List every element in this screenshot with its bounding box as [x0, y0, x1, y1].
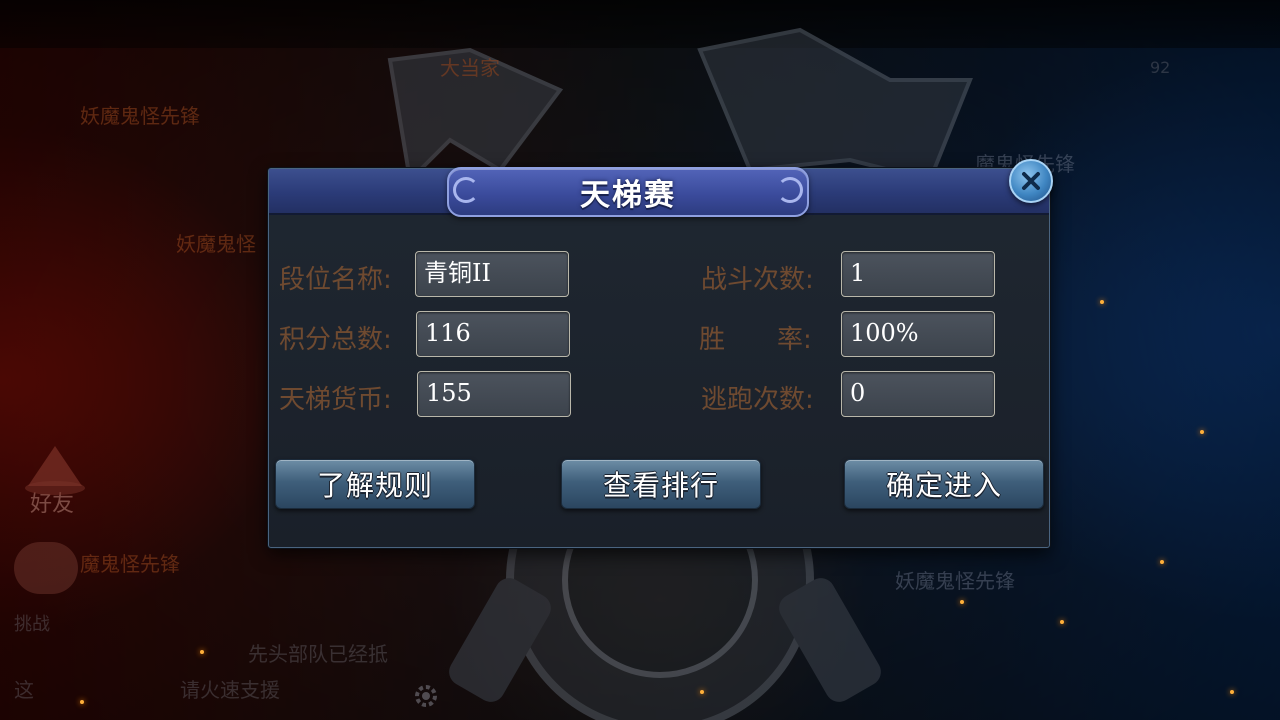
ember-particle — [80, 700, 84, 704]
ember-particle — [200, 650, 204, 654]
win-rate-label: 胜 率: — [699, 325, 812, 355]
chat-line: 魔鬼怪先锋 — [80, 552, 180, 576]
confirm-enter-button[interactable]: 确定进入 — [844, 459, 1044, 509]
challenge-label[interactable]: 挑战 — [14, 610, 50, 636]
ember-particle — [1060, 620, 1064, 624]
title-plate: 天梯赛 — [447, 167, 809, 217]
scroll-ornament-icon — [453, 177, 479, 203]
gear-icon[interactable] — [412, 682, 440, 710]
ember-particle — [1160, 560, 1164, 564]
rules-button[interactable]: 了解规则 — [275, 459, 475, 509]
ladder-currency-value: 155 — [417, 371, 571, 417]
battle-count-label: 战斗次数: — [701, 265, 814, 295]
win-rate-value: 100% — [841, 311, 995, 357]
bg-text-unit: 妖魔鬼怪先锋 — [80, 104, 200, 128]
dialog-title: 天梯赛 — [580, 178, 676, 213]
escape-count-label: 逃跑次数: — [701, 385, 814, 415]
bg-text-unit: 妖魔鬼怪先锋 — [895, 569, 1015, 593]
ember-particle — [1200, 430, 1204, 434]
ladder-dialog: 天梯赛 段位名称: 青铜II 积分总数: 116 天梯货币: 155 战斗次数:… — [268, 159, 1053, 548]
rank-name-value: 青铜II — [415, 251, 569, 297]
scroll-ornament-icon — [777, 177, 803, 203]
confirm-enter-button-label: 确定进入 — [885, 469, 1002, 502]
ranking-button-label: 查看排行 — [602, 469, 719, 502]
rank-name-label: 段位名称: — [279, 265, 392, 295]
ember-particle — [700, 690, 704, 694]
close-button[interactable] — [1009, 159, 1053, 203]
total-points-value: 116 — [416, 311, 570, 357]
bg-text-unit: 妖魔鬼怪 — [176, 232, 256, 256]
ember-particle — [1230, 690, 1234, 694]
friend-hat-icon[interactable] — [20, 440, 90, 500]
ember-particle — [960, 600, 964, 604]
chat-bubble-icon[interactable] — [14, 542, 78, 594]
ember-particle — [1100, 300, 1104, 304]
chat-line: 请火速支援 — [180, 678, 280, 702]
level-label: 92 — [1150, 58, 1171, 77]
bg-text-boss: 大当家 — [440, 56, 500, 80]
close-icon — [1022, 172, 1040, 190]
battle-count-value: 1 — [841, 251, 995, 297]
total-points-label: 积分总数: — [279, 325, 392, 355]
ladder-currency-label: 天梯货币: — [279, 385, 392, 415]
escape-count-value: 0 — [841, 371, 995, 417]
chat-line: 这 — [14, 678, 34, 702]
rules-button-label: 了解规则 — [316, 469, 433, 502]
ranking-button[interactable]: 查看排行 — [561, 459, 761, 509]
chat-line: 先头部队已经抵 — [248, 642, 388, 666]
